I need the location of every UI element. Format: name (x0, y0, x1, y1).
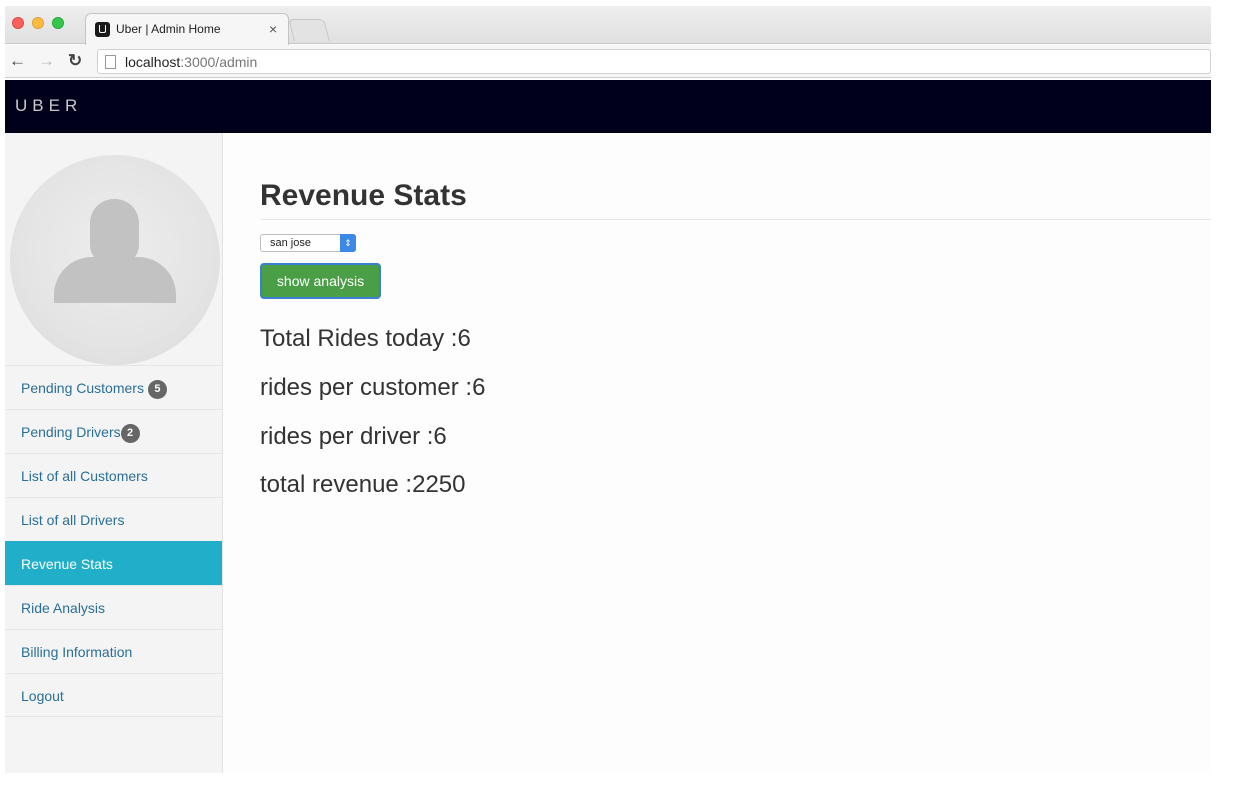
rides-per-driver-stat: rides per driver :6 (260, 423, 447, 450)
avatar-silhouette-body (54, 257, 176, 303)
brand-logo[interactable]: UBER (15, 96, 82, 116)
rides-per-customer-stat: rides per customer :6 (260, 374, 486, 401)
sidebar-item-label: Pending Customers (21, 380, 144, 396)
main-content: Revenue Stats san jose ⇕ show analysis T… (260, 133, 1211, 773)
tab-bar: Uber | Admin Home × (5, 6, 1211, 45)
url-text: localhost:3000/admin (125, 54, 257, 70)
avatar (10, 155, 220, 365)
page-icon (105, 55, 116, 69)
uber-favicon-icon (95, 22, 110, 37)
tab-close-icon[interactable]: × (269, 21, 277, 37)
browser-window: Uber | Admin Home × ← → ↻ localhost:3000… (5, 6, 1211, 773)
title-divider (260, 219, 1211, 220)
minimize-window-button[interactable] (32, 17, 44, 29)
select-arrows-icon: ⇕ (340, 234, 356, 252)
reload-icon[interactable]: ↻ (68, 51, 82, 71)
sidebar-item-label: Pending Drivers (21, 424, 121, 440)
avatar-silhouette-icon (90, 199, 139, 265)
sidebar-item-billing-information[interactable]: Billing Information (5, 629, 222, 673)
sidebar: Pending Customers 5 Pending Drivers 2 List… (5, 133, 223, 773)
sidebar-item-pending-drivers[interactable]: Pending Drivers 2 (5, 409, 222, 453)
new-tab-button[interactable] (288, 19, 330, 41)
browser-tab[interactable]: Uber | Admin Home × (85, 13, 289, 45)
city-select-value: san jose (270, 237, 311, 249)
sidebar-item-pending-customers[interactable]: Pending Customers 5 (5, 365, 222, 409)
sidebar-item-logout[interactable]: Logout (5, 673, 222, 717)
address-bar: ← → ↻ localhost:3000/admin (5, 45, 1211, 78)
total-revenue-stat: total revenue :2250 (260, 471, 466, 498)
sidebar-nav: Pending Customers 5 Pending Drivers 2 List… (5, 365, 222, 717)
tab-title: Uber | Admin Home (116, 22, 221, 36)
app-header: UBER (5, 80, 1211, 133)
sidebar-item-ride-analysis[interactable]: Ride Analysis (5, 585, 222, 629)
url-path: :3000/admin (180, 54, 258, 70)
forward-arrow-icon[interactable]: → (38, 51, 55, 71)
sidebar-item-revenue-stats[interactable]: Revenue Stats (5, 541, 222, 585)
show-analysis-button[interactable]: show analysis (260, 263, 381, 299)
close-window-button[interactable] (12, 17, 24, 29)
sidebar-item-all-drivers[interactable]: List of all Drivers (5, 497, 222, 541)
url-host: localhost (125, 54, 181, 70)
sidebar-item-all-customers[interactable]: List of all Customers (5, 453, 222, 497)
back-arrow-icon[interactable]: ← (9, 51, 26, 71)
zoom-window-button[interactable] (52, 17, 64, 29)
page-title: Revenue Stats (260, 179, 467, 212)
pending-customers-badge: 5 (147, 380, 167, 399)
total-rides-stat: Total Rides today :6 (260, 325, 471, 352)
city-select[interactable]: san jose ⇕ (260, 234, 356, 252)
url-input[interactable]: localhost:3000/admin (97, 49, 1211, 74)
pending-drivers-badge: 2 (120, 424, 140, 443)
